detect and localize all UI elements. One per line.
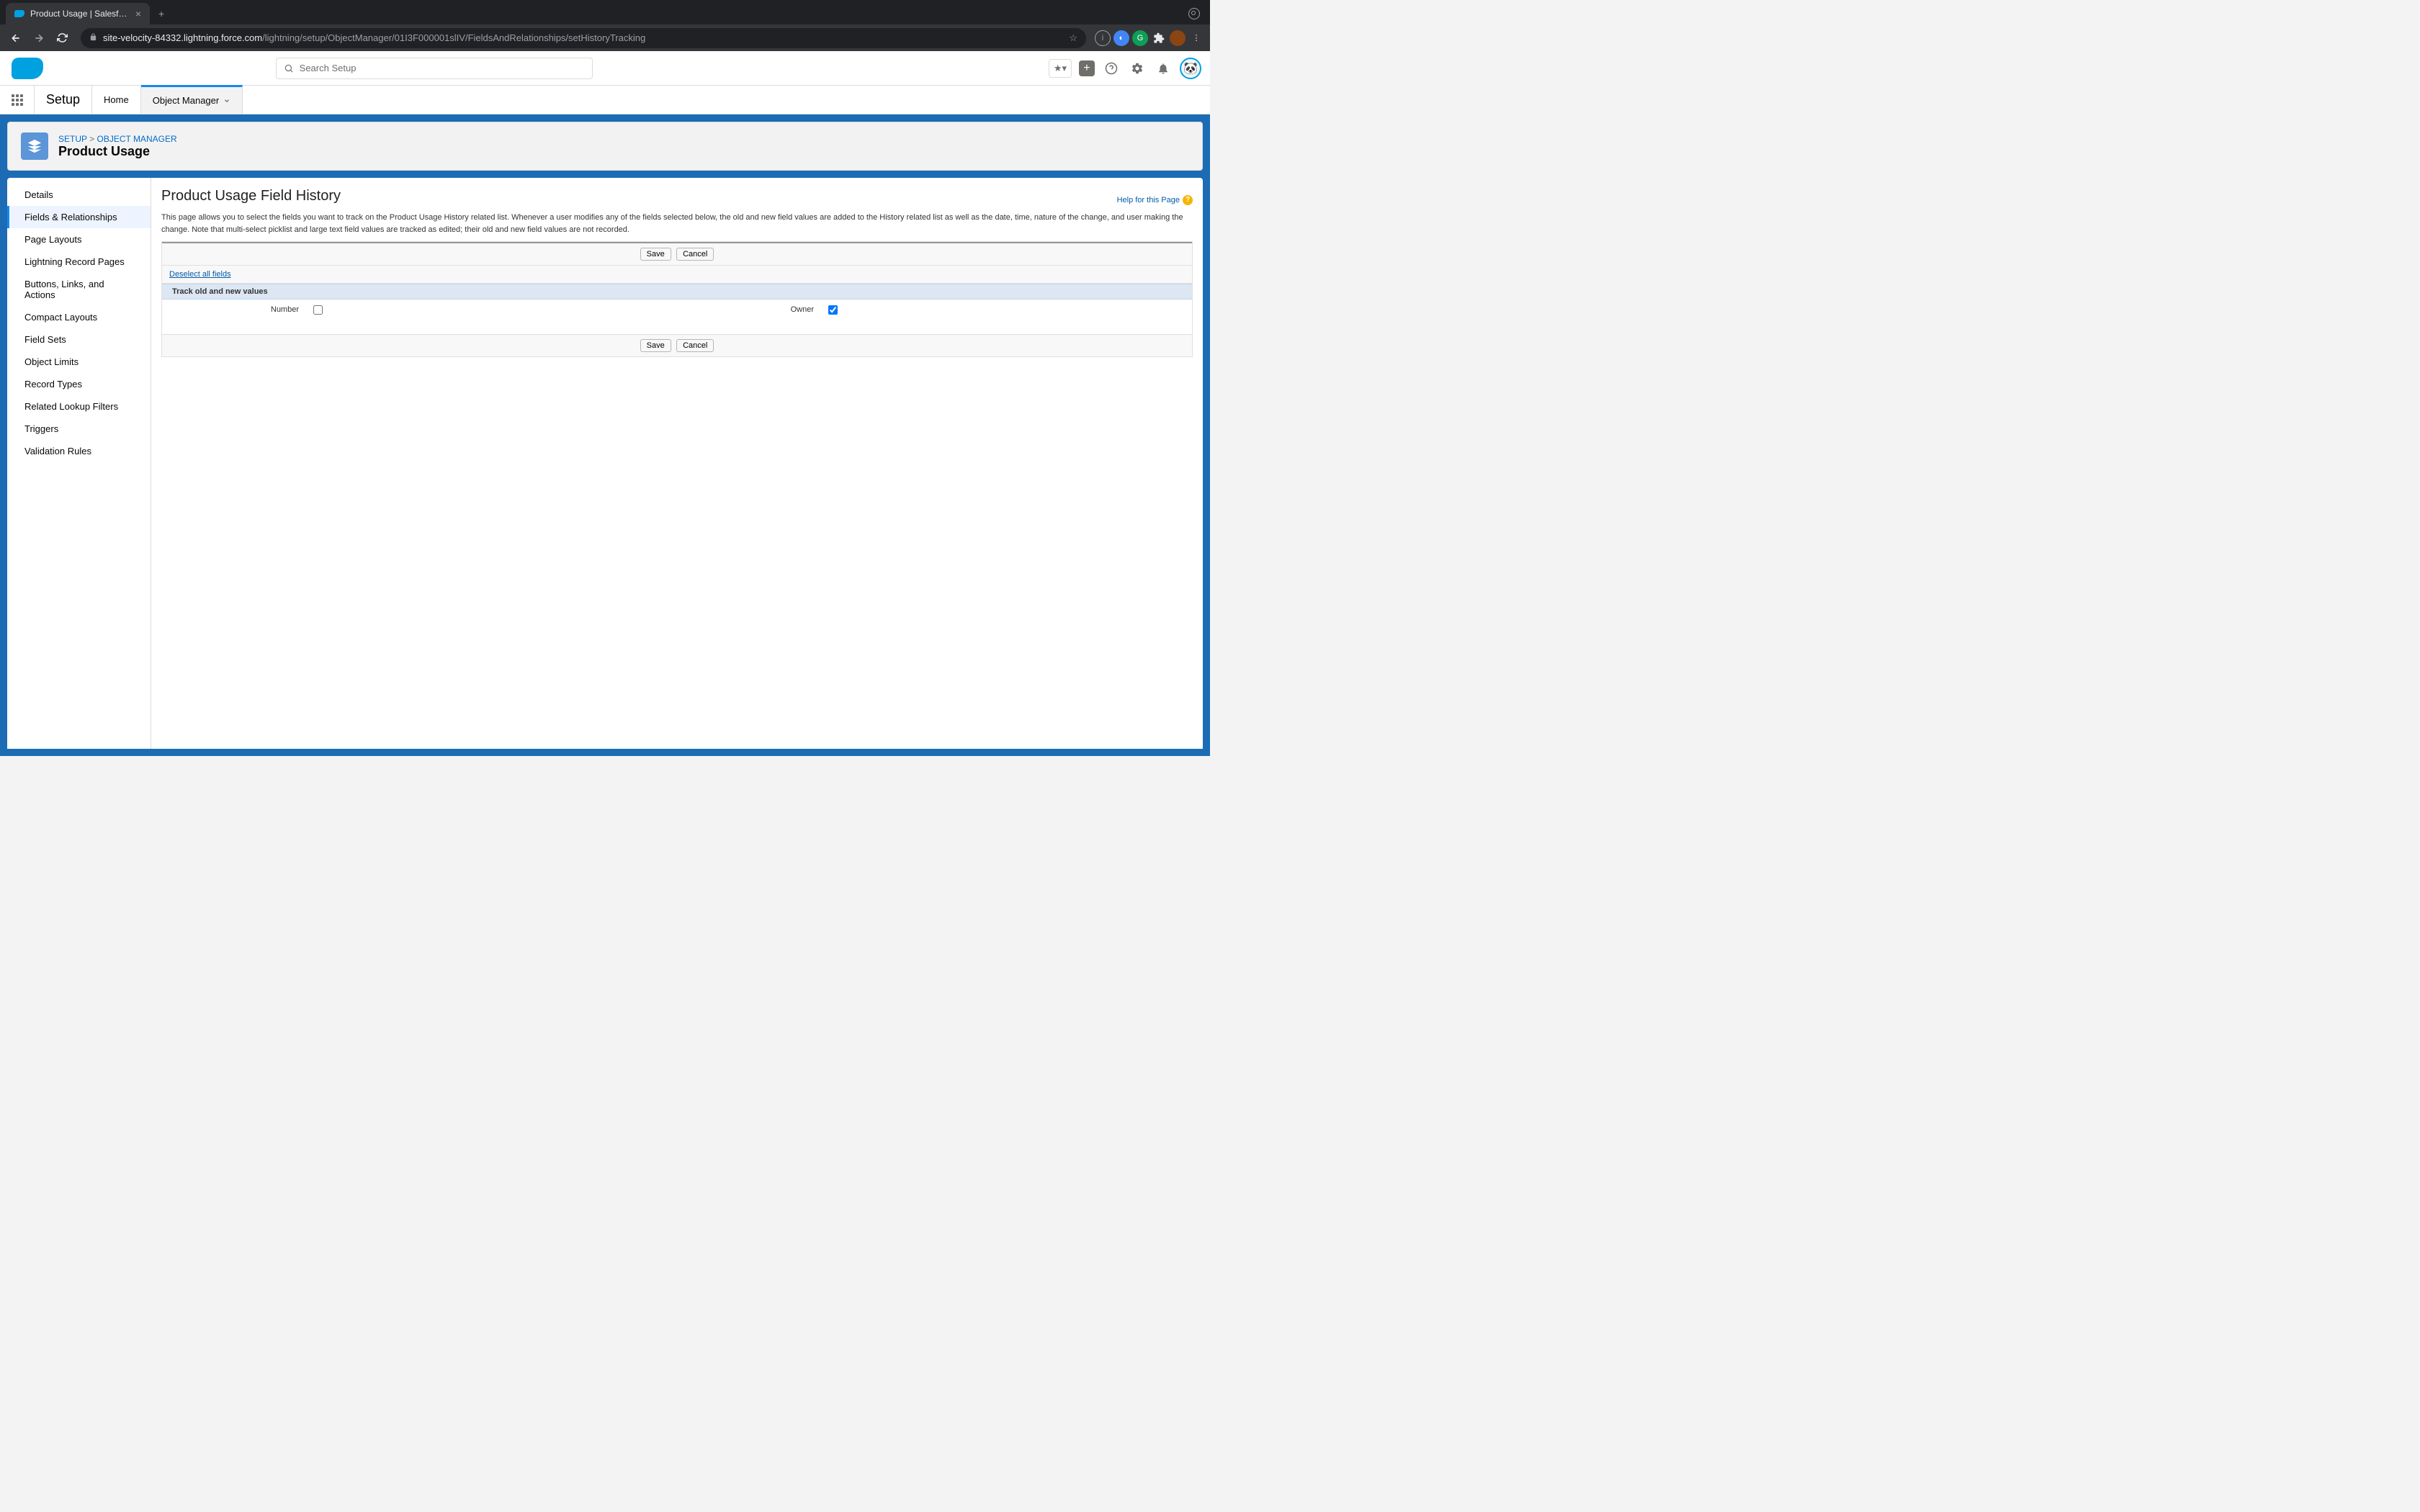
- sidebar-item-object-limits[interactable]: Object Limits: [7, 351, 151, 373]
- object-sidebar: Details Fields & Relationships Page Layo…: [7, 178, 151, 749]
- field-checkbox-number[interactable]: [313, 305, 323, 315]
- back-button[interactable]: [6, 28, 26, 48]
- salesforce-logo[interactable]: [12, 58, 43, 79]
- sidebar-item-label: Lightning Record Pages: [24, 256, 125, 267]
- url-text: site-velocity-84332.lightning.force.com/…: [103, 32, 645, 43]
- sidebar-item-validation-rules[interactable]: Validation Rules: [7, 440, 151, 462]
- field-row-number: Number: [162, 305, 677, 317]
- field-checkbox-owner[interactable]: [828, 305, 838, 315]
- chevron-down-icon: [223, 97, 230, 104]
- sidebar-item-label: Buttons, Links, and Actions: [24, 279, 104, 300]
- field-label: Owner: [684, 305, 828, 314]
- nav-tab-label: Home: [104, 94, 129, 105]
- page-title: Product Usage: [58, 144, 177, 159]
- favorites-button[interactable]: ★▾: [1049, 59, 1072, 78]
- cancel-button-top[interactable]: Cancel: [676, 248, 714, 261]
- search-icon: [284, 63, 294, 73]
- sidebar-item-label: Fields & Relationships: [24, 212, 117, 222]
- profile-avatar[interactable]: [1170, 30, 1186, 46]
- sidebar-item-field-sets[interactable]: Field Sets: [7, 328, 151, 351]
- chrome-menu-icon[interactable]: ⋮: [1188, 30, 1204, 46]
- sidebar-item-fields-relationships[interactable]: Fields & Relationships: [7, 206, 151, 228]
- breadcrumb-setup[interactable]: SETUP: [58, 134, 87, 144]
- breadcrumb-object-manager[interactable]: OBJECT MANAGER: [97, 134, 176, 144]
- notifications-bell-icon[interactable]: [1154, 59, 1173, 78]
- browser-tab-title: Product Usage | Salesforce: [30, 9, 130, 19]
- page-description: This page allows you to select the field…: [161, 212, 1193, 235]
- fields-grid: Number Owner: [162, 300, 1192, 334]
- salesforce-header: Search Setup ★▾ + 🐼: [0, 51, 1210, 86]
- salesforce-favicon: [14, 10, 24, 17]
- forward-button[interactable]: [29, 28, 49, 48]
- global-actions-icon[interactable]: +: [1079, 60, 1095, 76]
- sidebar-item-compact-layouts[interactable]: Compact Layouts: [7, 306, 151, 328]
- sidebar-item-label: Field Sets: [24, 334, 66, 345]
- nav-tab-label: Object Manager: [153, 95, 220, 106]
- setup-label: Setup: [35, 86, 92, 114]
- sidebar-item-page-layouts[interactable]: Page Layouts: [7, 228, 151, 251]
- save-button-bottom[interactable]: Save: [640, 339, 671, 352]
- help-question-icon: ?: [1183, 195, 1193, 205]
- sidebar-item-label: Triggers: [24, 423, 58, 434]
- sidebar-item-label: Validation Rules: [24, 446, 91, 456]
- sidebar-item-label: Page Layouts: [24, 234, 82, 245]
- field-row-owner: Owner: [677, 305, 1192, 317]
- search-placeholder: Search Setup: [300, 63, 357, 73]
- info-icon[interactable]: i: [1095, 30, 1111, 46]
- browser-chrome: Product Usage | Salesforce × + site-velo…: [0, 0, 1210, 51]
- deselect-all-link[interactable]: Deselect all fields: [169, 270, 231, 279]
- new-tab-button[interactable]: +: [158, 8, 164, 19]
- nav-tab-home[interactable]: Home: [92, 86, 141, 114]
- main-content: Product Usage Field History Help for thi…: [151, 178, 1203, 749]
- sidebar-item-lightning-record-pages[interactable]: Lightning Record Pages: [7, 251, 151, 273]
- close-tab-icon[interactable]: ×: [135, 8, 141, 19]
- browser-tab-bar: Product Usage | Salesforce × +: [0, 0, 1210, 24]
- browser-toolbar: site-velocity-84332.lightning.force.com/…: [0, 24, 1210, 51]
- sidebar-item-record-types[interactable]: Record Types: [7, 373, 151, 395]
- main-title: Product Usage Field History: [161, 188, 341, 204]
- sidebar-item-related-lookup-filters[interactable]: Related Lookup Filters: [7, 395, 151, 418]
- page-header: SETUP > OBJECT MANAGER Product Usage: [7, 122, 1203, 171]
- sidebar-item-buttons-links-actions[interactable]: Buttons, Links, and Actions: [7, 273, 151, 306]
- extension-icon-1[interactable]: ◐: [1113, 30, 1129, 46]
- extensions-puzzle-icon[interactable]: [1151, 30, 1167, 46]
- browser-tab[interactable]: Product Usage | Salesforce ×: [6, 3, 150, 24]
- help-for-page-link[interactable]: Help for this Page ?: [1117, 195, 1193, 205]
- setup-gear-icon[interactable]: [1128, 59, 1147, 78]
- setup-nav-bar: Setup Home Object Manager: [0, 86, 1210, 114]
- sidebar-item-label: Compact Layouts: [24, 312, 97, 323]
- reload-button[interactable]: [52, 28, 72, 48]
- bookmark-star-icon[interactable]: ☆: [1069, 32, 1077, 44]
- user-avatar[interactable]: 🐼: [1180, 58, 1201, 79]
- sidebar-item-label: Record Types: [24, 379, 82, 390]
- sidebar-item-label: Object Limits: [24, 356, 79, 367]
- cancel-button-bottom[interactable]: Cancel: [676, 339, 714, 352]
- search-setup-input[interactable]: Search Setup: [276, 58, 593, 79]
- sidebar-item-details[interactable]: Details: [7, 184, 151, 206]
- nav-tab-object-manager[interactable]: Object Manager: [141, 85, 243, 114]
- section-header: Track old and new values: [162, 284, 1192, 300]
- sidebar-item-triggers[interactable]: Triggers: [7, 418, 151, 440]
- help-icon[interactable]: [1102, 59, 1121, 78]
- extension-icon-2[interactable]: G: [1132, 30, 1148, 46]
- object-layers-icon: [21, 132, 48, 160]
- app-launcher-icon[interactable]: [0, 86, 35, 114]
- account-icon[interactable]: [1188, 8, 1200, 19]
- breadcrumb: SETUP > OBJECT MANAGER: [58, 134, 177, 144]
- field-label: Number: [169, 305, 313, 314]
- sidebar-item-label: Details: [24, 189, 53, 200]
- url-bar[interactable]: site-velocity-84332.lightning.force.com/…: [81, 28, 1086, 48]
- lock-icon: [89, 33, 97, 43]
- help-link-text: Help for this Page: [1117, 196, 1180, 204]
- sidebar-item-label: Related Lookup Filters: [24, 401, 118, 412]
- save-button-top[interactable]: Save: [640, 248, 671, 261]
- field-history-panel: Save Cancel Deselect all fields Track ol…: [161, 241, 1193, 357]
